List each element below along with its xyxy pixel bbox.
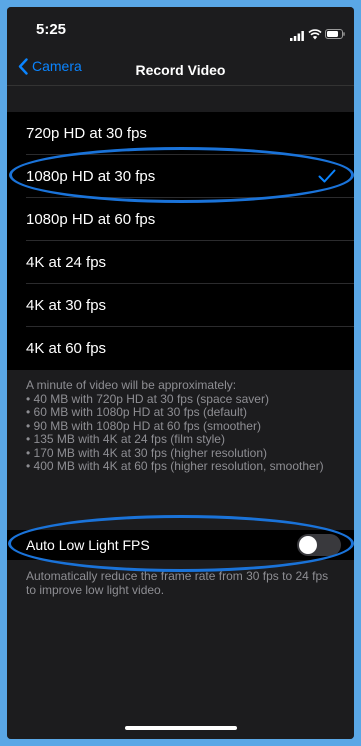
auto-low-light-description: Automatically reduce the frame rate from… xyxy=(7,560,354,739)
video-format-list: 720p HD at 30 fps 1080p HD at 30 fps 108… xyxy=(7,112,354,370)
option-1080p-30fps[interactable]: 1080p HD at 30 fps xyxy=(7,155,354,198)
auto-low-light-label: Auto Low Light FPS xyxy=(26,537,150,553)
cellular-signal-icon xyxy=(290,31,304,41)
option-label: 4K at 60 fps xyxy=(26,340,107,357)
phone-screen: 5:25 Camera Record Video 720p HD at 30 f… xyxy=(7,7,354,739)
info-line: • 170 MB with 4K at 30 fps (higher resol… xyxy=(26,445,267,460)
file-size-info: A minute of video will be approximately:… xyxy=(7,370,354,530)
navigation-bar: Camera Record Video xyxy=(7,49,354,86)
status-bar: 5:25 xyxy=(7,7,354,49)
page-title: Record Video xyxy=(135,62,226,78)
info-line: • 60 MB with 1080p HD at 30 fps (default… xyxy=(26,405,247,419)
option-label: 4K at 30 fps xyxy=(26,297,107,314)
option-720p-30fps[interactable]: 720p HD at 30 fps xyxy=(7,112,354,155)
option-1080p-60fps[interactable]: 1080p HD at 60 fps xyxy=(7,198,354,241)
group-header-spacer xyxy=(7,86,354,112)
option-label: 1080p HD at 60 fps xyxy=(26,211,156,228)
home-indicator[interactable] xyxy=(125,726,237,730)
wifi-icon xyxy=(308,29,322,40)
option-label: 720p HD at 30 fps xyxy=(26,125,147,142)
battery-icon xyxy=(325,29,345,39)
option-label: 1080p HD at 30 fps xyxy=(26,168,156,185)
option-4k-30fps[interactable]: 4K at 30 fps xyxy=(7,284,354,327)
auto-low-light-toggle[interactable] xyxy=(297,534,341,556)
toggle-knob xyxy=(299,536,317,554)
status-time: 5:25 xyxy=(36,21,67,38)
option-4k-60fps[interactable]: 4K at 60 fps xyxy=(7,327,354,370)
info-line: A minute of video will be approximately: xyxy=(26,378,237,392)
info-line: • 40 MB with 720p HD at 30 fps (space sa… xyxy=(26,391,269,406)
option-4k-24fps[interactable]: 4K at 24 fps xyxy=(7,241,354,284)
option-label: 4K at 24 fps xyxy=(26,254,107,271)
info-line: • 90 MB with 1080p HD at 60 fps (smoothe… xyxy=(26,418,261,433)
checkmark-icon xyxy=(318,169,336,183)
info-line: • 400 MB with 4K at 60 fps (higher resol… xyxy=(26,459,324,473)
auto-low-light-row: Auto Low Light FPS xyxy=(7,530,354,560)
info-line: • 135 MB with 4K at 24 fps (film style) xyxy=(26,432,225,446)
